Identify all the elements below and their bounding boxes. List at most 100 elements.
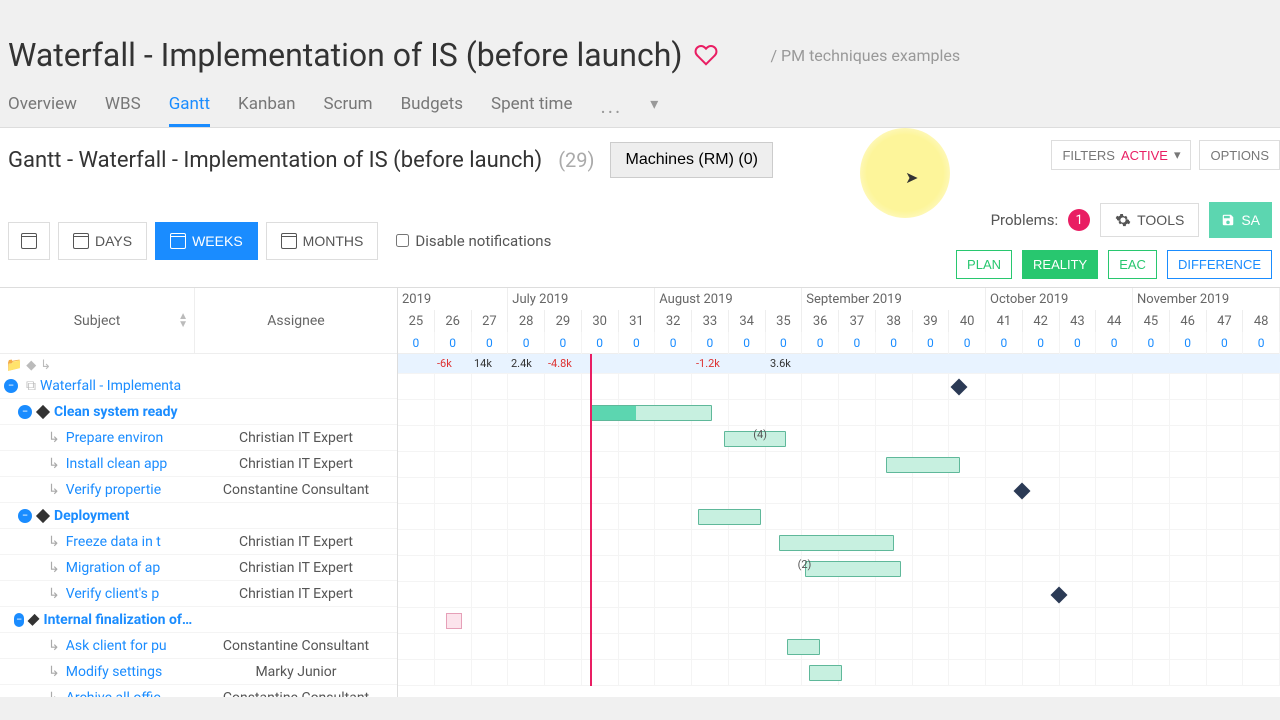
column-header-assignee[interactable]: Assignee (195, 288, 397, 353)
value-cell: 0 (766, 332, 803, 354)
mode-eac-button[interactable]: EAC (1108, 250, 1157, 279)
collapse-icon[interactable]: − (18, 509, 32, 523)
tab-scrum[interactable]: Scrum (324, 94, 373, 127)
delayed-task-marker[interactable] (446, 613, 462, 629)
nav-tabs: Overview WBS Gantt Kanban Scrum Budgets Spent … (0, 82, 1280, 128)
milestone-marker[interactable] (1050, 587, 1067, 604)
disable-notifications-toggle[interactable]: Disable notifications (396, 232, 551, 250)
gantt-row (398, 504, 1280, 530)
tools-button[interactable]: TOOLS (1100, 203, 1199, 237)
group-row[interactable]: − Deployment (0, 503, 397, 529)
collapse-icon[interactable]: − (18, 405, 32, 419)
milestone-marker[interactable] (951, 379, 968, 396)
tab-spent-time[interactable]: Spent time (491, 94, 572, 127)
folder-icon[interactable]: 📁 (6, 358, 22, 373)
task-row[interactable]: ↳Archive all officConstantine Consultant (0, 685, 397, 697)
favorite-heart-icon[interactable] (694, 43, 718, 67)
week-header: 41 (986, 310, 1023, 332)
machines-button[interactable]: Machines (RM) (0) (610, 142, 772, 178)
tab-more[interactable]: ... (600, 94, 622, 127)
chevron-down-icon: ▾ (1174, 147, 1181, 163)
tab-overview[interactable]: Overview (8, 94, 77, 127)
subject-link[interactable]: Internal finalization of the project (43, 612, 195, 628)
task-bar[interactable] (698, 509, 761, 525)
task-bar[interactable] (809, 665, 842, 681)
subject-link[interactable]: Freeze data in t (66, 534, 161, 550)
week-header: 46 (1170, 310, 1207, 332)
assignee-cell: Constantine Consultant (195, 690, 397, 698)
task-row[interactable]: ↳Migration of apChristian IT Expert (0, 555, 397, 581)
child-arrow-icon[interactable]: ↳ (40, 358, 51, 373)
subject-link[interactable]: Modify settings (66, 664, 163, 680)
budget-value: -6k (437, 357, 452, 370)
week-header: 30 (582, 310, 619, 332)
milestone-toggle-icon[interactable]: ◆ (26, 358, 36, 373)
subject-link[interactable]: Verify propertie (66, 482, 161, 498)
sort-icon[interactable]: ▲▼ (178, 313, 188, 329)
options-button[interactable]: OPTIONS (1199, 140, 1280, 170)
task-row[interactable]: ↳Ask client for puConstantine Consultant (0, 633, 397, 659)
assignee-cell: Christian IT Expert (195, 430, 397, 446)
task-bar[interactable] (590, 405, 712, 421)
tab-gantt[interactable]: Gantt (169, 94, 210, 127)
filters-state: ACTIVE (1121, 148, 1168, 163)
week-header: 36 (802, 310, 839, 332)
mode-difference-button[interactable]: DIFFERENCE (1167, 250, 1272, 279)
subject-link[interactable]: Verify client's p (66, 586, 159, 602)
subject-link[interactable]: Prepare environ (66, 430, 164, 446)
mode-reality-button[interactable]: REALITY (1022, 250, 1098, 279)
value-cell: 0 (1096, 332, 1133, 354)
subject-link[interactable]: Waterfall - Implementa (40, 378, 181, 394)
tab-dropdown-icon[interactable]: ▾ (650, 94, 658, 127)
copy-icon[interactable]: ⧉ (26, 378, 36, 394)
tab-kanban[interactable]: Kanban (238, 94, 295, 127)
zoom-months-button[interactable]: MONTHS (266, 222, 379, 260)
breadcrumb[interactable]: / PM techniques examples (770, 46, 960, 65)
problems-badge[interactable]: 1 (1068, 209, 1090, 231)
week-header: 48 (1243, 310, 1280, 332)
calendar-today-button[interactable] (8, 222, 50, 260)
group-row[interactable]: − Clean system ready (0, 399, 397, 425)
tab-wbs[interactable]: WBS (105, 94, 141, 127)
subject-link[interactable]: Install clean app (66, 456, 168, 472)
assignee-cell: Christian IT Expert (195, 534, 397, 550)
task-row[interactable]: ↳Modify settingsMarky Junior (0, 659, 397, 685)
zoom-weeks-button[interactable]: WEEKS (155, 222, 258, 260)
task-row[interactable]: ↳Install clean appChristian IT Expert (0, 451, 397, 477)
disable-notifications-checkbox[interactable] (396, 234, 409, 247)
collapse-icon[interactable]: − (4, 379, 18, 393)
value-cell: 0 (435, 332, 472, 354)
task-bar[interactable] (787, 639, 820, 655)
task-row[interactable]: ↳Verify client's pChristian IT Expert (0, 581, 397, 607)
task-row[interactable]: ↳Prepare environChristian IT Expert (0, 425, 397, 451)
task-bar[interactable] (886, 457, 960, 473)
problems-label: Problems: (991, 211, 1059, 229)
root-row[interactable]: −⧉Waterfall - Implementa (0, 373, 397, 399)
tab-budgets[interactable]: Budgets (401, 94, 463, 127)
task-bar[interactable] (779, 535, 894, 551)
zoom-days-button[interactable]: DAYS (58, 222, 147, 260)
subject-link[interactable]: Ask client for pu (66, 638, 167, 654)
group-row[interactable]: − Internal finalization of the project (0, 607, 397, 633)
value-cell: 0 (582, 332, 619, 354)
mode-plan-button[interactable]: PLAN (956, 250, 1012, 279)
week-header: 29 (545, 310, 582, 332)
task-row[interactable]: ↳Freeze data in tChristian IT Expert (0, 529, 397, 555)
subject-link[interactable]: Migration of ap (66, 560, 161, 576)
milestone-marker[interactable] (1013, 483, 1030, 500)
value-cell: 0 (1207, 332, 1244, 354)
save-button[interactable]: SA (1209, 202, 1272, 238)
month-header: October 2019 (986, 288, 1133, 310)
column-header-subject[interactable]: Subject ▲▼ (0, 288, 195, 353)
task-row[interactable]: ↳Verify propertieConstantine Consultant (0, 477, 397, 503)
subject-link[interactable]: Clean system ready (54, 404, 178, 420)
week-header: 27 (472, 310, 509, 332)
collapse-icon[interactable]: − (14, 613, 24, 627)
assignee-cell: Marky Junior (195, 664, 397, 680)
gantt-row (398, 634, 1280, 660)
subject-link[interactable]: Deployment (54, 508, 129, 524)
subject-link[interactable]: Archive all offic (66, 690, 161, 698)
filters-button[interactable]: FILTERS ACTIVE ▾ (1051, 140, 1191, 170)
task-bar[interactable] (805, 561, 901, 577)
calendar-icon (73, 233, 89, 249)
